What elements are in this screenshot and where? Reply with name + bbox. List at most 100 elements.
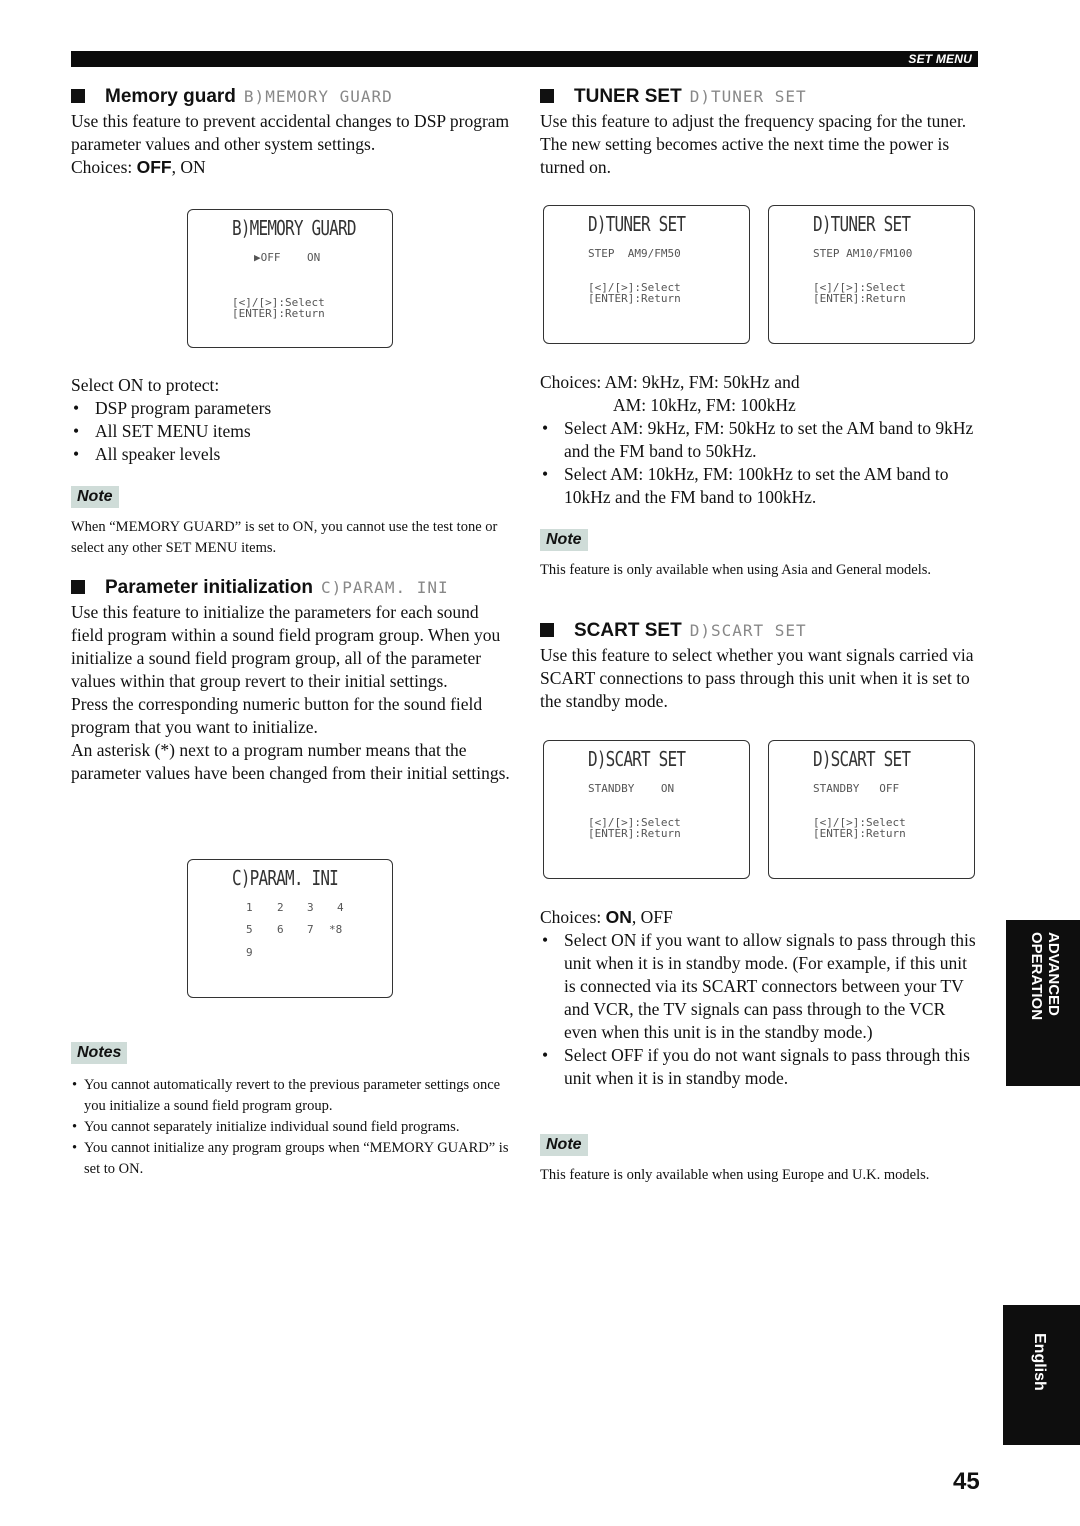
screen-title: D)TUNER SET [813,212,911,236]
scart-set-choices: Choices: ON, OFF Select ON if you want t… [540,906,980,1090]
tab-line: OPERATION [1028,932,1045,1021]
list-item: Select ON if you want to allow signals t… [540,929,980,1044]
screen-standby: STANDBY ON [588,782,675,795]
list-item: Select AM: 10kHz, FM: 100kHz to set the … [540,463,980,509]
heading-text: Parameter initialization [105,577,314,598]
param-init-section: Parameter initialization C)PARAM. INI Us… [71,577,511,785]
choices-line: Choices: AM: 9kHz, FM: 50kHz and [540,372,800,392]
choices-prefix: Choices: [71,157,137,177]
program-number: 6 [277,923,284,936]
screen-help-return: [ENTER]:Return [588,292,681,305]
screen-title: D)TUNER SET [588,212,686,236]
list-item: Select OFF if you do not want signals to… [540,1044,980,1090]
list-item: You cannot separately initialize individ… [71,1117,511,1138]
program-number: 9 [246,946,253,959]
notes-label: Notes [71,1042,128,1064]
param-init-paragraph: An asterisk (*) next to a program number… [71,740,510,783]
screen-help-return: [ENTER]:Return [588,827,681,840]
program-number: 7 [307,923,314,936]
default-choice: OFF [136,157,172,177]
tuner-bullets: Select AM: 9kHz, FM: 50kHz to set the AM… [540,417,980,509]
tuner-screen-am9: D)TUNER SET STEP AM9/FM50 [<]/[>]:Select… [543,205,750,344]
list-item: All speaker levels [71,443,511,466]
scart-set-description: Use this feature to select whether you w… [540,645,974,711]
tuner-screen-am10: D)TUNER SET STEP AM10/FM100 [<]/[>]:Sele… [768,205,975,344]
param-init-notes: Notes You cannot automatically revert to… [71,1042,511,1180]
choices-line: AM: 10kHz, FM: 100kHz [613,395,796,415]
scart-set-section: SCART SET D)SCART SET Use this feature t… [540,620,980,713]
memory-guard-screen: B)MEMORY GUARD ▶OFF ON [<]/[>]:Select [E… [187,209,393,348]
scart-screen-off: D)SCART SET STANDBY OFF [<]/[>]:Select [… [768,740,975,879]
screen-title: D)SCART SET [813,747,911,771]
heading-text: SCART SET [574,620,682,641]
square-bullet-icon [71,89,85,103]
screen-title: D)SCART SET [588,747,686,771]
tuner-set-choices: Choices: AM: 9kHz, FM: 50kHz and AM: 10k… [540,371,980,509]
screen-options: ▶OFF ON [254,252,320,263]
cursor-icon: ▶ [254,251,261,264]
page-number: 45 [953,1468,980,1495]
note-text: This feature is only available when usin… [540,562,931,578]
list-item: You cannot initialize any program groups… [71,1138,511,1180]
heading-text: Memory guard [105,86,236,107]
lcd-label: D)SCART SET [689,621,807,640]
square-bullet-icon [540,89,554,103]
list-item: DSP program parameters [71,397,511,420]
param-init-screen: C)PARAM. INI 1 2 3 4 5 6 7 *8 9 [187,859,393,998]
memory-guard-section: Memory guard B)MEMORY GUARD Use this fea… [71,86,511,179]
choices-rest: , OFF [631,907,673,927]
side-tab-language[interactable]: English [1003,1305,1080,1445]
screen-step: STEP AM10/FM100 [813,247,913,260]
list-item: You cannot automatically revert to the p… [71,1075,511,1117]
program-number: 4 [337,901,344,914]
square-bullet-icon [71,580,85,594]
scart-screen-on: D)SCART SET STANDBY ON [<]/[>]:Select [E… [543,740,750,879]
param-init-paragraph: Press the corresponding numeric button f… [71,694,483,737]
program-number: 2 [277,901,284,914]
protect-intro: Select ON to protect: [71,375,220,395]
screen-help-return: [ENTER]:Return [232,307,325,320]
screen-title: B)MEMORY GUARD [232,216,356,240]
tab-line: ADVANCED [1045,932,1062,1016]
memory-guard-description: Use this feature to prevent accidental c… [71,111,510,154]
option-off: OFF [260,251,281,264]
screen-help-return: [ENTER]:Return [813,292,906,305]
tuner-set-note: Note This feature is only available when… [540,529,980,581]
memory-guard-protect: Select ON to protect: DSP program parame… [71,374,511,466]
scart-set-heading: SCART SET D)SCART SET [540,620,980,642]
default-choice: ON [605,907,632,927]
scart-choices: Choices: ON, OFF [540,906,980,929]
program-number: 5 [246,923,253,936]
program-number: 1 [246,901,253,914]
section-label: SET MENU [908,52,972,66]
screen-step: STEP AM9/FM50 [588,247,681,260]
square-bullet-icon [540,623,554,637]
tuner-set-heading: TUNER SET D)TUNER SET [540,86,980,108]
choices-rest: , ON [171,157,206,177]
protect-list: DSP program parameters All SET MENU item… [71,397,511,466]
lcd-label: C)PARAM. INI [321,578,449,597]
tuner-set-description: Use this feature to adjust the frequency… [540,111,967,177]
side-tab-advanced-operation[interactable]: ADVANCED OPERATION [1006,920,1080,1086]
heading-text: TUNER SET [574,86,682,107]
lcd-label: B)MEMORY GUARD [243,87,393,106]
note-label: Note [540,529,588,551]
side-tab-text: ADVANCED OPERATION [1028,932,1062,1020]
screen-title: C)PARAM. INI [232,866,339,890]
note-label: Note [71,486,119,508]
screen-standby: STANDBY OFF [813,782,900,795]
option-on: ON [307,251,321,264]
note-text: This feature is only available when usin… [540,1167,930,1183]
scart-bullets: Select ON if you want to allow signals t… [540,929,980,1090]
memory-guard-choices: Choices: OFF, ON [71,156,511,179]
list-item: All SET MENU items [71,420,511,443]
screen-help-return: [ENTER]:Return [813,827,906,840]
list-item: Select AM: 9kHz, FM: 50kHz to set the AM… [540,417,980,463]
tuner-set-section: TUNER SET D)TUNER SET Use this feature t… [540,86,980,179]
choices-prefix: Choices: [540,907,606,927]
lcd-label: D)TUNER SET [689,87,807,106]
program-number: 3 [307,901,314,914]
note-text: When “MEMORY GUARD” is set to ON, you ca… [71,519,498,556]
scart-set-note: Note This feature is only available when… [540,1134,980,1186]
note-label: Note [540,1134,588,1156]
